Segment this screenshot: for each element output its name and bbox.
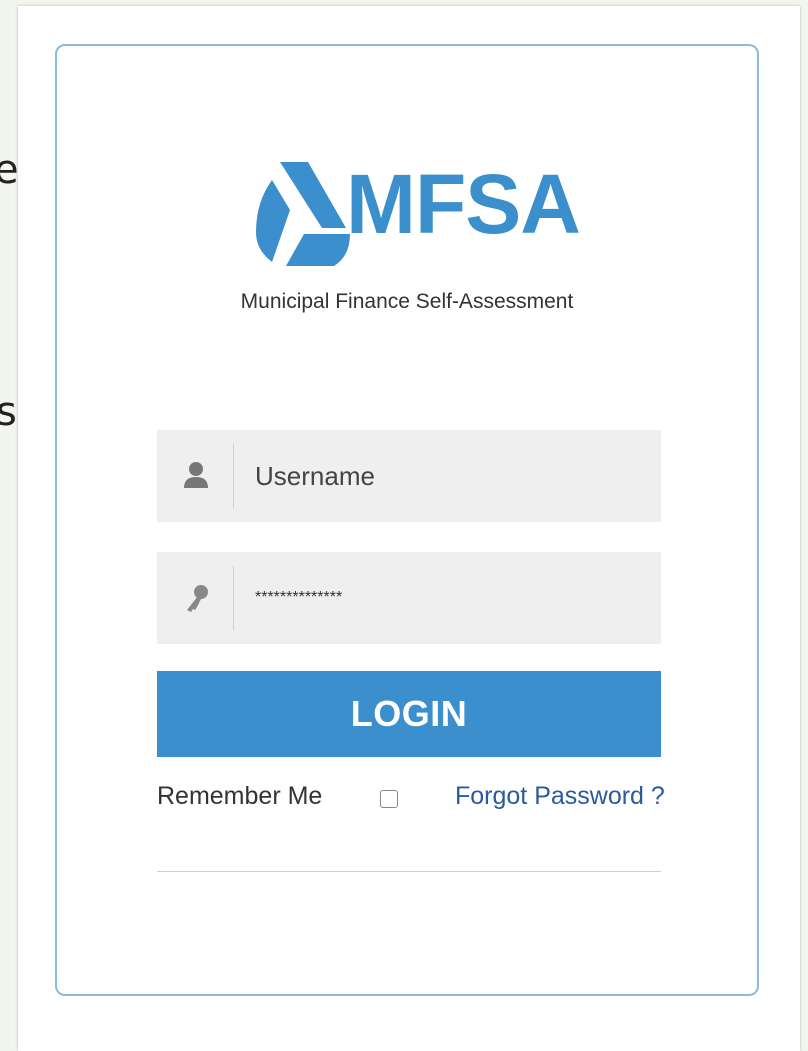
remember-me-label: Remember Me	[157, 782, 323, 810]
mfsa-logo: MFSA	[250, 157, 581, 278]
user-icon	[184, 462, 208, 488]
logo-mark-icon	[256, 162, 350, 266]
username-input[interactable]	[255, 430, 645, 522]
remember-me-checkbox[interactable]	[380, 790, 398, 808]
divider	[157, 871, 661, 872]
login-screenshot: MFSA Municipal Finance Self-Assessment L…	[18, 6, 800, 1051]
field-separator	[233, 566, 234, 630]
username-field[interactable]	[157, 430, 661, 522]
field-separator	[233, 444, 234, 508]
password-input[interactable]	[255, 552, 645, 644]
key-icon	[187, 585, 208, 612]
brand-subtitle: Municipal Finance Self-Assessment	[240, 290, 574, 313]
login-card: MFSA Municipal Finance Self-Assessment L…	[55, 44, 759, 996]
forgot-password-link[interactable]: Forgot Password ?	[455, 782, 665, 811]
password-field[interactable]	[157, 552, 661, 644]
login-button[interactable]: LOGIN	[157, 671, 661, 757]
brand-name: MFSA	[346, 157, 581, 251]
